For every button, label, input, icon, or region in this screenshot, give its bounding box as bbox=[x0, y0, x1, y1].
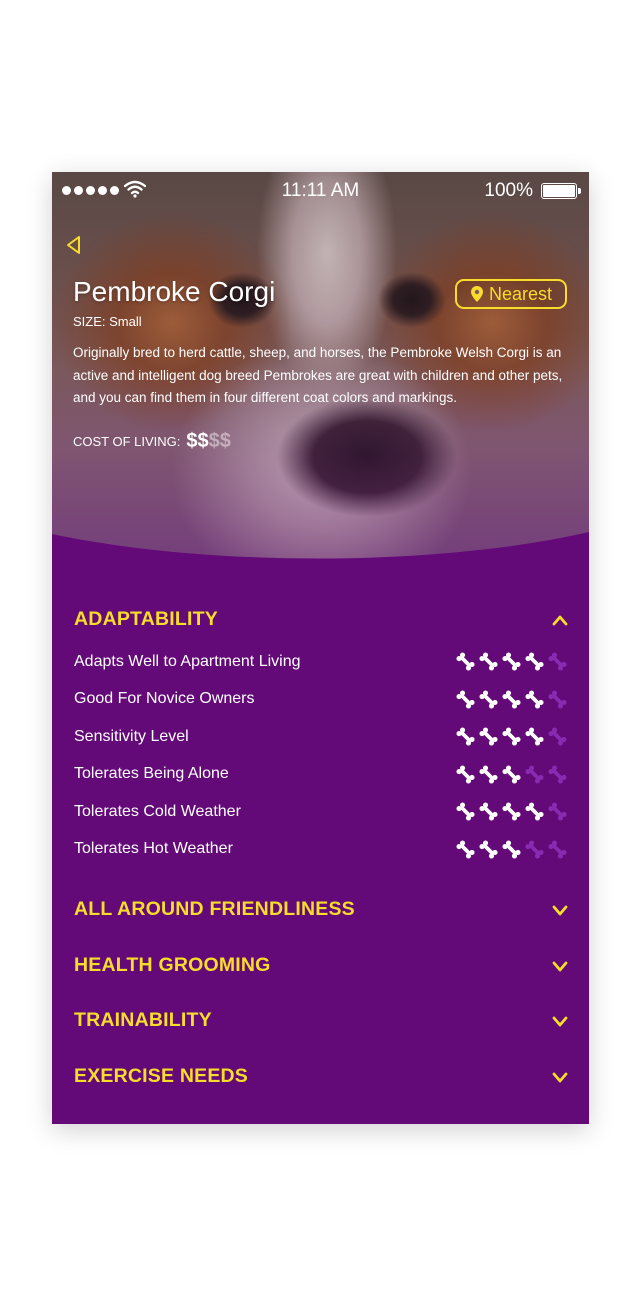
battery-icon bbox=[541, 183, 581, 199]
section-title: HEALTH GROOMING bbox=[74, 954, 271, 976]
section-header[interactable]: EXERCISE NEEDS bbox=[74, 1065, 568, 1088]
bone-icon bbox=[525, 802, 544, 821]
trait-rating bbox=[455, 839, 568, 860]
phone-screen: 11:11 AM 100% Pembroke Corgi SIZE: Small… bbox=[52, 172, 589, 1124]
chevron-down-icon bbox=[552, 1016, 568, 1026]
dollar-sign-icon: $ bbox=[197, 430, 209, 452]
section-title: ADAPTABILITY bbox=[74, 608, 218, 630]
bone-icon bbox=[479, 765, 498, 784]
bone-icon bbox=[525, 652, 544, 671]
trait-label: Tolerates Hot Weather bbox=[74, 840, 233, 858]
section-header[interactable]: HEALTH GROOMING bbox=[74, 954, 568, 977]
dollar-sign-icon: $ bbox=[208, 430, 220, 452]
bone-icon bbox=[502, 802, 521, 821]
trait-row: Adapts Well to Apartment Living bbox=[74, 643, 568, 681]
bone-icon bbox=[548, 652, 567, 671]
section-header[interactable]: ADAPTABILITY bbox=[74, 608, 568, 631]
section-trainability: TRAINABILITY bbox=[74, 1009, 568, 1032]
bone-icon bbox=[548, 840, 567, 859]
section-title: TRAINABILITY bbox=[74, 1009, 212, 1031]
trait-row: Tolerates Hot Weather bbox=[74, 831, 568, 869]
bone-icon bbox=[502, 765, 521, 784]
trait-rating bbox=[455, 801, 568, 822]
section-health-grooming: HEALTH GROOMING bbox=[74, 954, 568, 977]
bone-icon bbox=[502, 652, 521, 671]
battery-percentage: 100% bbox=[484, 180, 533, 201]
bone-icon bbox=[525, 765, 544, 784]
cost-rating: $$$$ bbox=[186, 430, 231, 453]
bone-icon bbox=[502, 840, 521, 859]
breed-size: SIZE: Small bbox=[73, 314, 142, 329]
trait-row: Sensitivity Level bbox=[74, 718, 568, 756]
trait-label: Tolerates Cold Weather bbox=[74, 802, 241, 820]
bone-icon bbox=[479, 802, 498, 821]
section-all-around-friendliness: ALL AROUND FRIENDLINESS bbox=[74, 898, 568, 921]
chevron-down-icon bbox=[552, 905, 568, 915]
bone-icon bbox=[548, 765, 567, 784]
bone-icon bbox=[502, 690, 521, 709]
bone-icon bbox=[479, 840, 498, 859]
cost-of-living: COST OF LIVING: $$$$ bbox=[73, 430, 231, 453]
bone-icon bbox=[456, 765, 475, 784]
bone-icon bbox=[456, 840, 475, 859]
bone-icon bbox=[502, 727, 521, 746]
trait-rating bbox=[455, 726, 568, 747]
section-title: ALL AROUND FRIENDLINESS bbox=[74, 898, 355, 920]
trait-label: Adapts Well to Apartment Living bbox=[74, 652, 301, 670]
trait-rating bbox=[455, 689, 568, 710]
trait-rating bbox=[455, 651, 568, 672]
breed-title: Pembroke Corgi bbox=[73, 276, 276, 307]
section-exercise-needs: EXERCISE NEEDS bbox=[74, 1065, 568, 1088]
bone-icon bbox=[456, 727, 475, 746]
nearest-label: Nearest bbox=[488, 283, 553, 304]
trait-label: Good For Novice Owners bbox=[74, 690, 255, 708]
chevron-up-icon bbox=[552, 615, 568, 625]
chevron-down-icon bbox=[552, 1072, 568, 1082]
dollar-sign-icon: $ bbox=[186, 430, 198, 452]
section-title: EXERCISE NEEDS bbox=[74, 1065, 249, 1087]
section-header[interactable]: ALL AROUND FRIENDLINESS bbox=[74, 898, 568, 921]
bone-icon bbox=[548, 727, 567, 746]
status-bar: 11:11 AM 100% bbox=[52, 172, 589, 210]
location-pin-icon bbox=[470, 286, 483, 302]
bone-icon bbox=[456, 802, 475, 821]
section-header[interactable]: TRAINABILITY bbox=[74, 1009, 568, 1032]
nearest-button[interactable]: Nearest bbox=[455, 279, 567, 309]
bone-icon bbox=[456, 690, 475, 709]
section-adaptability: ADAPTABILITY Adapts Well to Apartment Liv… bbox=[74, 608, 568, 868]
bone-icon bbox=[548, 802, 567, 821]
back-button[interactable] bbox=[64, 234, 84, 256]
dollar-sign-icon: $ bbox=[219, 430, 231, 452]
bone-icon bbox=[525, 727, 544, 746]
bone-icon bbox=[525, 690, 544, 709]
trait-row: Good For Novice Owners bbox=[74, 681, 568, 719]
bone-icon bbox=[479, 690, 498, 709]
bone-icon bbox=[456, 652, 475, 671]
trait-row: Tolerates Being Alone bbox=[74, 756, 568, 794]
bone-icon bbox=[548, 690, 567, 709]
breed-description: Originally bred to herd cattle, sheep, a… bbox=[73, 345, 563, 406]
hero-wave-divider bbox=[52, 532, 589, 588]
trait-rating bbox=[455, 764, 568, 785]
trait-label: Tolerates Being Alone bbox=[74, 765, 229, 783]
cost-label: COST OF LIVING: bbox=[73, 434, 181, 449]
trait-row: Tolerates Cold Weather bbox=[74, 793, 568, 831]
bone-icon bbox=[525, 840, 544, 859]
trait-list: Adapts Well to Apartment Living Good For … bbox=[74, 643, 568, 868]
trait-label: Sensitivity Level bbox=[74, 727, 189, 745]
chevron-down-icon bbox=[552, 961, 568, 971]
bone-icon bbox=[479, 727, 498, 746]
bone-icon bbox=[479, 652, 498, 671]
